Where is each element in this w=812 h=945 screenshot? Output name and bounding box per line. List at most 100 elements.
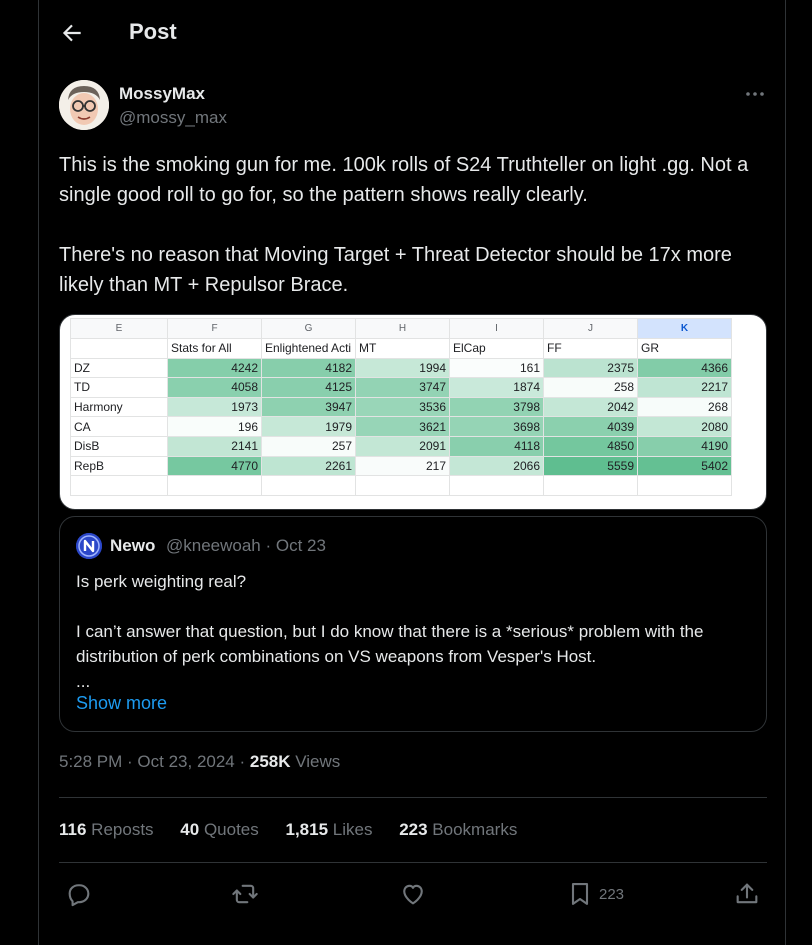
header-cell: Stats for All: [167, 338, 262, 359]
table-row: RepB 4770 2261 217 2066 5559 5402: [70, 455, 732, 477]
table-cell: 268: [637, 396, 732, 418]
header-cell: ElCap: [449, 338, 544, 359]
avatar[interactable]: [59, 80, 109, 130]
engagement-stats: 116 Reposts 40 Quotes 1,815 Likes 223 Bo…: [59, 820, 539, 840]
table-cell: 1979: [261, 416, 356, 437]
bookmark-icon[interactable]: [566, 880, 594, 908]
column-letter: J: [543, 318, 638, 339]
header-cell: MT: [355, 338, 450, 359]
table-cell: 1973: [167, 396, 262, 418]
row-label: TD: [70, 377, 168, 398]
reply-icon[interactable]: [65, 880, 93, 908]
like-icon[interactable]: [399, 880, 427, 908]
table-cell: 196: [167, 416, 262, 437]
table-cell: 5402: [637, 455, 732, 477]
repost-icon[interactable]: [231, 880, 259, 908]
table-row: DisB 2141 257 2091 4118 4850 4190: [70, 435, 732, 457]
table-cell: 4190: [637, 435, 732, 457]
table-cell: 4242: [167, 357, 262, 379]
post-text: This is the smoking gun for me. 100k rol…: [59, 150, 769, 300]
table-cell: 2080: [637, 416, 732, 437]
action-bar: 223: [39, 876, 787, 912]
column-letter: E: [70, 318, 168, 339]
share-icon[interactable]: [733, 880, 761, 908]
table-cell: 4039: [543, 416, 638, 437]
table-cell: 257: [261, 435, 356, 457]
empty-row: [70, 475, 732, 496]
post-paragraph: This is the smoking gun for me. 100k rol…: [59, 154, 754, 206]
post-column: Post MossyMax @mossy_max This is the smo…: [38, 0, 786, 945]
row-label: DZ: [70, 357, 168, 379]
post-meta: 5:28 PM · Oct 23, 2024 · 258K Views: [59, 752, 340, 772]
table-cell: 4118: [449, 435, 544, 457]
table-cell: 3536: [355, 396, 450, 418]
table-cell: 2141: [167, 435, 262, 457]
table-cell: 2042: [543, 396, 638, 418]
table-cell: 217: [355, 455, 450, 477]
column-letter: F: [167, 318, 262, 339]
header-row: Stats for All Enlightened Acti MT ElCap …: [70, 338, 732, 359]
bookmarks-stat[interactable]: 223 Bookmarks: [399, 820, 517, 839]
post-paragraph: There's no reason that Moving Target + T…: [59, 244, 738, 296]
spreadsheet-image[interactable]: E F G H I J K Stats for All Enlightened …: [59, 314, 767, 510]
quote-author-name: Newo: [110, 536, 156, 555]
author-handle[interactable]: @mossy_max: [119, 108, 227, 128]
table-cell: 2217: [637, 377, 732, 398]
table-cell: 3947: [261, 396, 356, 418]
views-count: 258K: [249, 752, 291, 771]
spreadsheet-body: DZ 4242 4182 1994 161 2375 4366 TD 4058 4125 3747 1…: [70, 357, 732, 477]
more-icon[interactable]: [743, 84, 767, 104]
table-row: DZ 4242 4182 1994 161 2375 4366: [70, 357, 732, 379]
table-cell: 4125: [261, 377, 356, 398]
page-title: Post: [129, 19, 177, 44]
row-label: Harmony: [70, 396, 168, 418]
divider: [59, 797, 767, 798]
header-cell: [70, 338, 168, 359]
table-cell: 5559: [543, 455, 638, 477]
table-cell: 258: [543, 377, 638, 398]
show-more-link[interactable]: Show more: [76, 693, 167, 714]
table-cell: 2091: [355, 435, 450, 457]
column-letter-selected: K: [637, 318, 732, 339]
table-cell: 2261: [261, 455, 356, 477]
table-cell: 4366: [637, 357, 732, 379]
column-letter: I: [449, 318, 544, 339]
column-letters-row: E F G H I J K: [70, 318, 732, 339]
row-label: RepB: [70, 455, 168, 477]
table-row: TD 4058 4125 3747 1874 258 2217: [70, 377, 732, 398]
table-row: Harmony 1973 3947 3536 3798 2042 268: [70, 396, 732, 418]
likes-stat[interactable]: 1,815 Likes: [285, 820, 372, 839]
row-label: CA: [70, 416, 168, 437]
table-cell: 4182: [261, 357, 356, 379]
quotes-stat[interactable]: 40 Quotes: [180, 820, 258, 839]
table-cell: 2066: [449, 455, 544, 477]
table-cell: 4850: [543, 435, 638, 457]
table-cell: 3621: [355, 416, 450, 437]
table-cell: 3698: [449, 416, 544, 437]
table-cell: 4770: [167, 455, 262, 477]
table-row: CA 196 1979 3621 3698 4039 2080: [70, 416, 732, 437]
header-cell: FF: [543, 338, 638, 359]
quoted-post[interactable]: Newo @kneewoah · Oct 23 Is perk weightin…: [59, 516, 767, 732]
bookmark-count: 223: [599, 886, 625, 903]
header-cell: GR: [637, 338, 732, 359]
table-cell: 4058: [167, 377, 262, 398]
table-cell: 1994: [355, 357, 450, 379]
table-cell: 3798: [449, 396, 544, 418]
header-cell: Enlightened Acti: [261, 338, 356, 359]
back-arrow-icon[interactable]: [59, 20, 85, 46]
post-timestamp[interactable]: 5:28 PM · Oct 23, 2024 ·: [59, 752, 250, 771]
column-letter: G: [261, 318, 356, 339]
row-label: DisB: [70, 435, 168, 457]
column-letter: H: [355, 318, 450, 339]
reposts-stat[interactable]: 116 Reposts: [59, 820, 154, 839]
quote-handle-date: @kneewoah · Oct 23: [166, 536, 326, 555]
spreadsheet-table: E F G H I J K Stats for All Enlightened …: [70, 318, 732, 496]
author-name[interactable]: MossyMax: [119, 84, 205, 104]
views-label: Views: [290, 752, 341, 771]
quote-avatar: [76, 533, 102, 559]
quote-text: Is perk weighting real? I can’t answer t…: [76, 572, 704, 691]
table-cell: 3747: [355, 377, 450, 398]
divider: [59, 862, 767, 863]
paragraph-spacer: [59, 210, 769, 240]
